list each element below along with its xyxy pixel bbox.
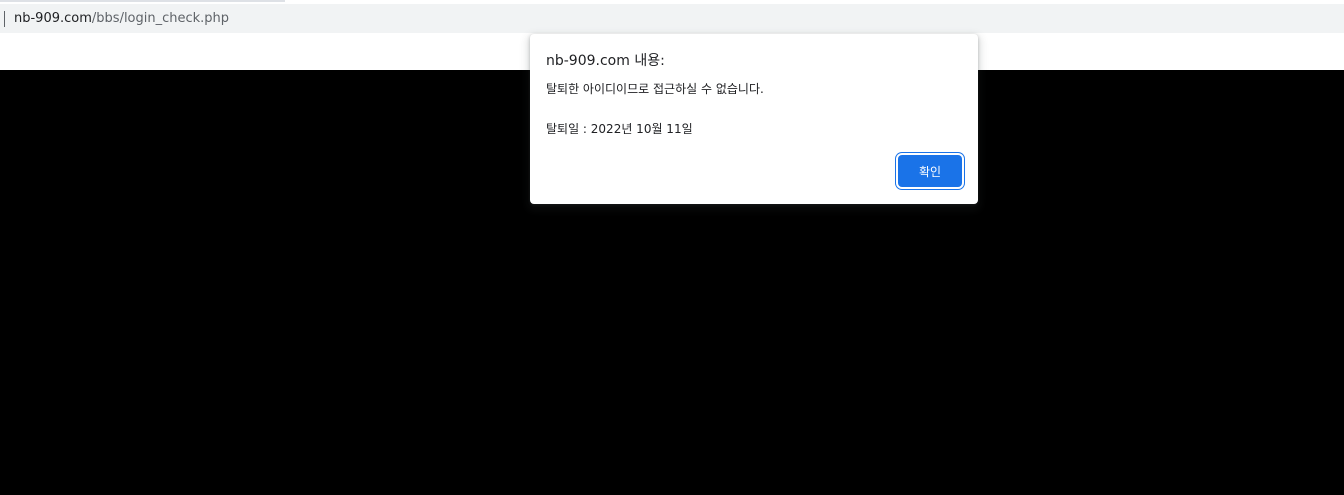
url-path: /bbs/login_check.php: [91, 11, 230, 26]
alert-message-line2: 탈퇴일 : 2022년 10월 11일: [546, 122, 693, 136]
alert-title: nb-909.com 내용:: [546, 53, 665, 69]
alert-message-line1: 탈퇴한 아이디이므로 접근하실 수 없습니다.: [546, 82, 764, 96]
alert-message: 탈퇴한 아이디이므로 접근하실 수 없습니다. 탈퇴일 : 2022년 10월 …: [546, 80, 764, 138]
alert-dialog: nb-909.com 내용: 탈퇴한 아이디이므로 접근하실 수 없습니다. 탈…: [530, 34, 978, 204]
ok-button[interactable]: 확인: [898, 155, 962, 187]
address-bar[interactable]: nb-909.com/bbs/login_check.php: [0, 4, 1344, 33]
text-cursor: [4, 11, 5, 27]
url-host: nb-909.com: [14, 11, 92, 26]
url-text[interactable]: nb-909.com/bbs/login_check.php: [14, 10, 229, 27]
active-tab-edge: [0, 0, 285, 2]
browser-window: nb-909.com/bbs/login_check.php nb-909.co…: [0, 0, 1344, 495]
